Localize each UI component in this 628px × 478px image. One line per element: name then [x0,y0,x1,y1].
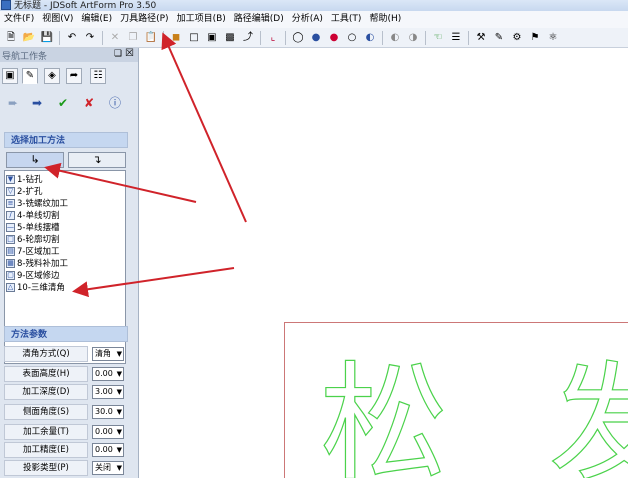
annotation-arrow-to-menu [161,32,247,223]
annotation-arrow-to-tab [44,162,197,203]
annotation-arrow-to-method [72,267,235,298]
annotation-layer [44,32,247,298]
